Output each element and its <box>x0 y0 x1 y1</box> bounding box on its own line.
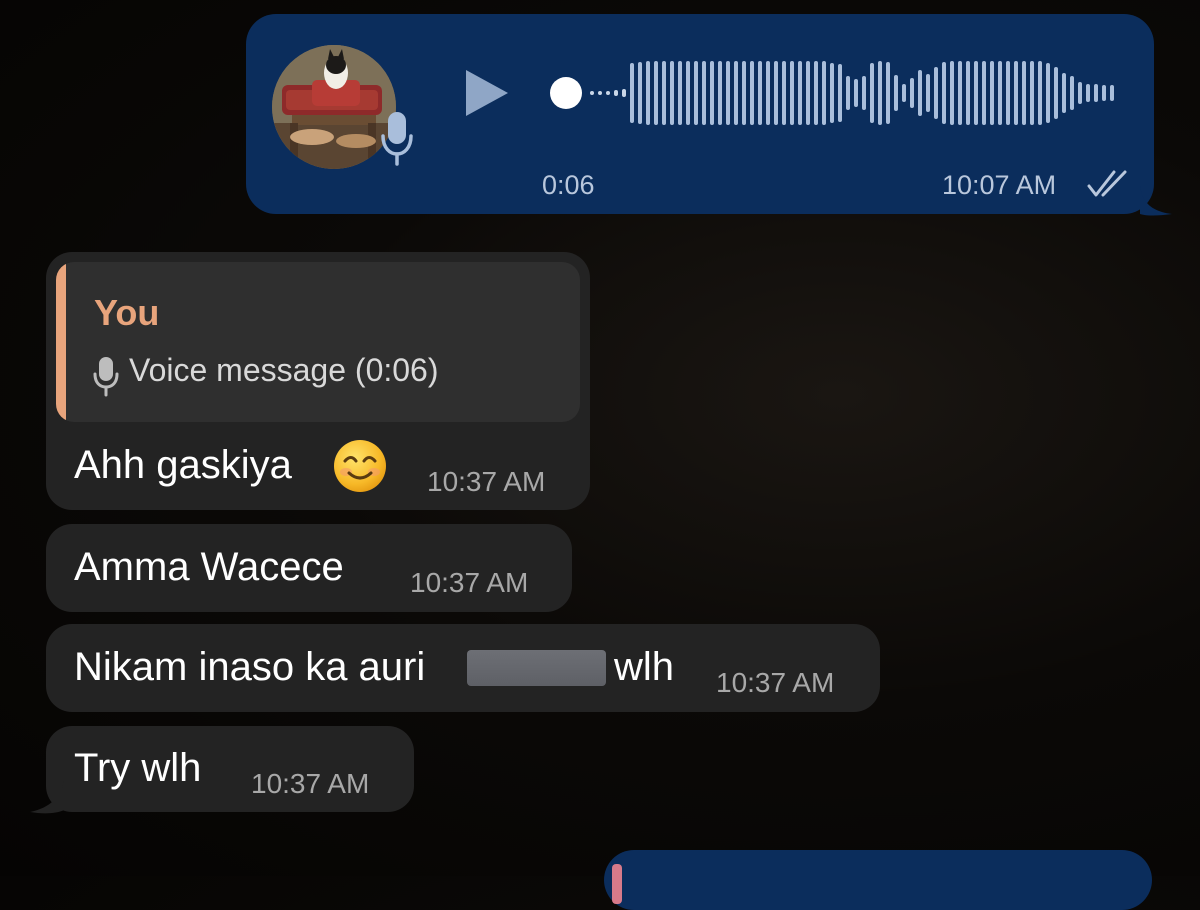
reply-sender: You <box>94 292 160 333</box>
waveform-bar <box>926 74 930 112</box>
waveform-bar <box>734 61 738 125</box>
waveform-bar <box>1110 85 1114 101</box>
waveform-bar <box>902 84 906 102</box>
waveform-bar <box>646 61 650 125</box>
waveform-bar <box>1094 84 1098 102</box>
waveform-bar <box>1022 61 1026 125</box>
microphone-icon <box>381 112 413 166</box>
waveform-bar <box>862 76 866 110</box>
waveform-bar <box>606 91 610 95</box>
playhead-dot <box>550 77 582 109</box>
mic-icon <box>93 357 119 397</box>
waveform-bar <box>822 61 826 125</box>
waveform-bar <box>918 70 922 116</box>
waveform-bar <box>766 61 770 125</box>
outgoing-message-partial[interactable] <box>604 850 1152 910</box>
waveform-bar <box>710 61 714 125</box>
waveform-bar <box>670 61 674 125</box>
reply-accent-bar <box>56 262 66 422</box>
waveform-bar <box>1102 85 1106 101</box>
waveform-bar <box>630 63 634 123</box>
voice-waveform[interactable] <box>548 58 1118 128</box>
waveform-bar <box>830 63 834 123</box>
waveform-bar <box>950 61 954 125</box>
waveform-bar <box>846 76 850 110</box>
waveform-bar <box>966 61 970 125</box>
waveform-bar <box>990 61 994 125</box>
waveform-bar <box>894 75 898 111</box>
message-text: Amma Wacece <box>74 545 344 589</box>
waveform-bar <box>798 61 802 125</box>
waveform-bar <box>870 63 874 123</box>
smiling-face-emoji <box>334 440 386 492</box>
waveform-bar <box>790 61 794 125</box>
message-text: Try wlh <box>74 746 202 790</box>
message-timestamp: 10:37 AM <box>427 466 546 497</box>
waveform-bar <box>654 61 658 125</box>
waveform-bar <box>694 61 698 125</box>
waveform-bar <box>678 61 682 125</box>
waveform-bar <box>726 61 730 125</box>
waveform-bar <box>1014 61 1018 125</box>
waveform-bar <box>942 62 946 124</box>
message-timestamp: 10:37 AM <box>410 567 529 598</box>
voice-duration: 0:06 <box>542 170 595 200</box>
message-timestamp: 10:37 AM <box>251 768 370 799</box>
waveform-bar <box>1006 61 1010 125</box>
waveform-bar <box>742 61 746 125</box>
reply-accent-bar <box>612 864 622 904</box>
waveform-bar <box>1062 73 1066 113</box>
message-text: Ahh gaskiya <box>74 443 292 487</box>
waveform-bar <box>854 79 858 107</box>
waveform-bar <box>686 61 690 125</box>
waveform-bar <box>782 61 786 125</box>
message-timestamp: 10:37 AM <box>716 667 835 698</box>
waveform-bar <box>702 61 706 125</box>
waveform-bar <box>1030 61 1034 125</box>
waveform-bar <box>638 62 642 124</box>
waveform-bar <box>1038 61 1042 125</box>
message-text: wlh <box>614 645 675 689</box>
waveform-bar <box>750 61 754 125</box>
message-timestamp: 10:07 AM <box>942 170 1057 200</box>
waveform-bar <box>1054 67 1058 119</box>
double-check-icon <box>1087 170 1127 197</box>
waveform-bar <box>982 61 986 125</box>
waveform-bar <box>998 61 1002 125</box>
waveform-bar <box>806 61 810 125</box>
incoming-bubble-tail <box>30 780 64 814</box>
redacted-text <box>467 650 606 686</box>
reply-quote[interactable]: You Voice message (0:06) <box>56 262 580 422</box>
reply-preview: Voice message (0:06) <box>129 352 439 388</box>
waveform-bar <box>910 78 914 108</box>
waveform-bar <box>718 61 722 125</box>
waveform-bar <box>838 64 842 122</box>
message-text: Nikam inaso ka auri <box>74 645 426 689</box>
waveform-bar <box>878 61 882 125</box>
waveform-bar <box>590 91 594 95</box>
waveform-bar <box>1046 63 1050 123</box>
waveform-bar <box>614 90 618 96</box>
waveform-bar <box>1086 84 1090 102</box>
waveform-bar <box>1070 76 1074 110</box>
play-icon[interactable] <box>462 68 510 118</box>
outgoing-bubble-tail <box>1140 186 1172 216</box>
waveform-bar <box>758 61 762 125</box>
waveform-bar <box>958 61 962 125</box>
voice-sender-avatar[interactable] <box>272 45 396 169</box>
waveform-bar <box>886 62 890 124</box>
waveform-bar <box>974 61 978 125</box>
waveform-bar <box>598 91 602 95</box>
waveform-bar <box>622 89 626 97</box>
waveform-bar <box>934 67 938 119</box>
waveform-bar <box>814 61 818 125</box>
waveform-bar <box>1078 82 1082 104</box>
waveform-bar <box>662 61 666 125</box>
waveform-bar <box>774 61 778 125</box>
